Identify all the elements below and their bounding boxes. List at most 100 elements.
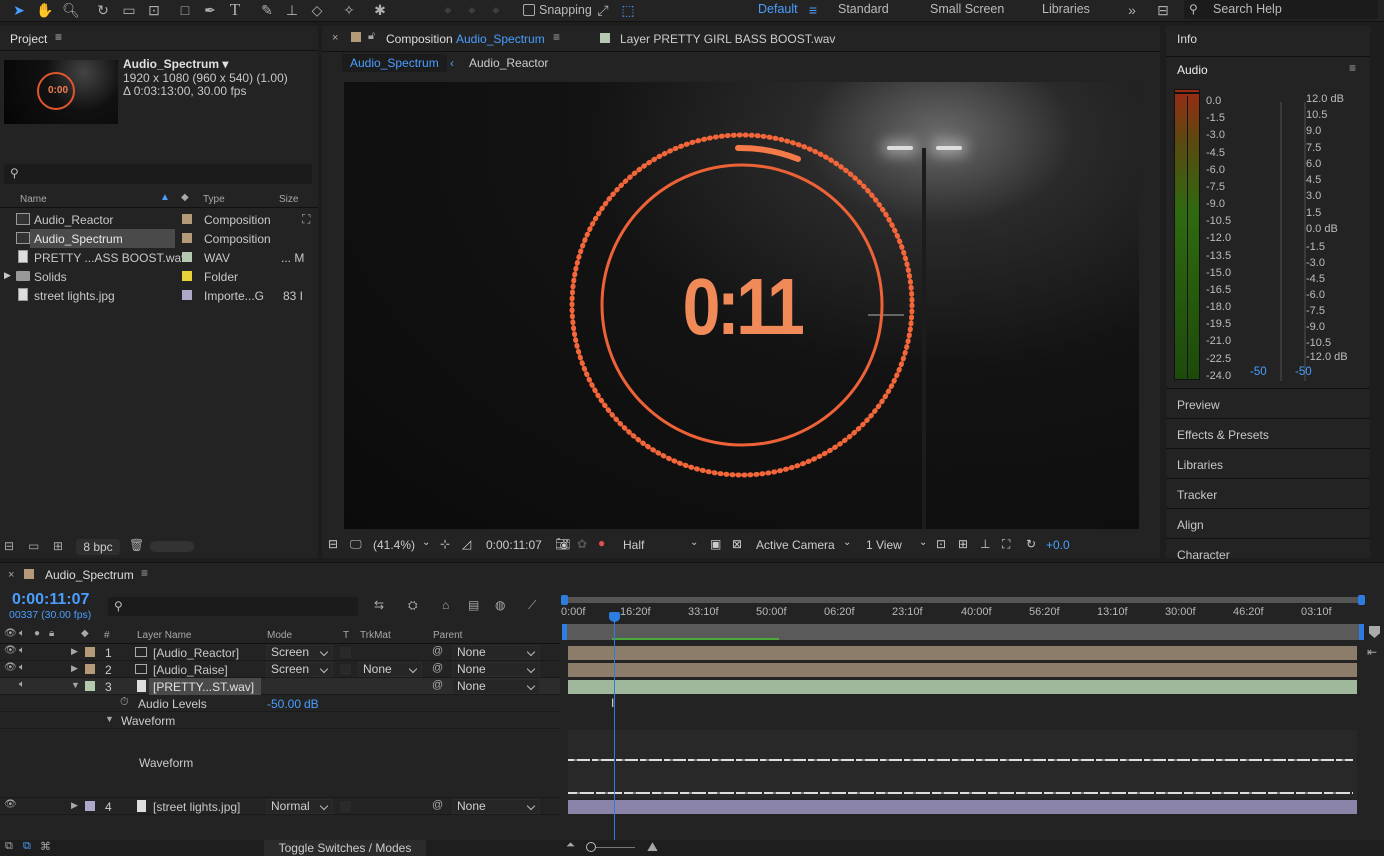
region-of-interest-icon[interactable]: ▣ (710, 537, 721, 551)
timeline-icon[interactable]: ⊥ (980, 537, 990, 551)
chevron-down-icon[interactable]: ⌄ (422, 537, 430, 548)
project-item-selected[interactable]: Audio_Spectrum Composition (0, 229, 300, 248)
close-icon[interactable]: × (332, 32, 338, 44)
eraser-tool-icon[interactable]: ◇ (306, 0, 328, 20)
parent-dropdown[interactable]: None (452, 662, 540, 677)
zoom-dropdown[interactable]: (41.4%) (373, 538, 415, 552)
new-composition-icon[interactable]: ⊞ (53, 539, 63, 553)
playhead-handle[interactable] (609, 612, 620, 622)
mask-visibility-icon[interactable]: ◿ (462, 537, 471, 551)
pen-tool-icon[interactable]: ✒ (199, 0, 221, 20)
column-layer-name[interactable]: Layer Name (137, 630, 191, 641)
layer-row[interactable]: 👁︎ 🔈︎ ▶ 2 [Audio_Raise] Screen None @ No… (0, 661, 560, 678)
audio-level-left[interactable]: -50 (1250, 366, 1267, 378)
work-area-bar[interactable] (562, 624, 1364, 640)
tab-menu-icon[interactable]: ≡ (553, 30, 560, 44)
flowchart-icon[interactable]: ⛶ (302, 212, 310, 227)
layer-switches-icon[interactable]: ⧉ (5, 840, 13, 853)
layer-bar-audio-reactor[interactable] (568, 646, 1357, 660)
project-item[interactable]: ▶ Solids Folder (0, 267, 300, 286)
channels-icon[interactable]: ● (598, 536, 605, 550)
layer-bar-audio-wav[interactable] (568, 680, 1357, 694)
label-swatch[interactable] (85, 647, 95, 657)
comp-mini-flowchart-icon[interactable]: ⇆ (374, 598, 384, 612)
transfer-controls-icon[interactable]: ⧉ (23, 840, 31, 853)
visibility-icon[interactable]: 👁︎ (4, 799, 17, 810)
show-snapshot-icon[interactable]: ✿ (577, 537, 587, 551)
audio-fader-left[interactable] (1280, 102, 1282, 381)
layer-name[interactable]: [PRETTY...ST.wav] (153, 680, 254, 694)
project-menu-icon[interactable]: ≡ (55, 30, 62, 44)
parent-dropdown[interactable]: None (452, 645, 540, 660)
parent-dropdown[interactable]: None (452, 799, 540, 814)
project-item[interactable]: Audio_Reactor Composition (0, 210, 300, 229)
layer-name[interactable]: [street lights.jpg] (153, 800, 240, 814)
reset-exposure-icon[interactable]: ↻ (1026, 537, 1036, 551)
expand-arrow-icon[interactable]: ▶ (71, 663, 78, 674)
more-workspaces-icon[interactable]: » (1121, 0, 1143, 20)
project-title[interactable]: Project (10, 32, 47, 46)
shy-icon[interactable]: ⌂ (442, 598, 449, 612)
view-layout-dropdown[interactable]: 1 View (866, 538, 902, 552)
lock-icon[interactable]: 🔓︎ (368, 30, 375, 43)
libraries-panel[interactable]: Libraries (1166, 448, 1370, 478)
workspace-layout-icon[interactable]: ⊟ (1152, 0, 1174, 20)
current-time[interactable]: 0:00:11:07 (486, 538, 542, 552)
puppet-tool-icon[interactable]: ✱ (369, 0, 391, 20)
trash-icon[interactable]: 🗑︎ (129, 538, 144, 552)
workspace-menu-icon[interactable]: ≡ (802, 0, 824, 20)
trkmat-dropdown[interactable]: None (358, 662, 422, 677)
layer-mode-dropdown[interactable]: Screen (266, 662, 333, 677)
collapse-arrow-icon[interactable]: ▼ (71, 680, 80, 690)
column-name[interactable]: Name (20, 194, 47, 205)
type-tool-icon[interactable]: T (224, 0, 246, 20)
expand-arrow-icon[interactable]: ▶ (71, 646, 78, 657)
label-swatch[interactable] (85, 681, 95, 691)
visibility-icon[interactable]: 👁︎ (4, 662, 17, 673)
composition-tab-name[interactable]: Audio_Spectrum (456, 32, 545, 46)
pickwhip-icon[interactable]: @ (432, 645, 443, 657)
track-matte-checkbox[interactable] (340, 647, 351, 658)
toggle-pixel-aspect-icon[interactable]: ⊡ (936, 537, 946, 551)
close-icon[interactable]: × (8, 569, 14, 581)
collapse-arrow-icon[interactable]: ▼ (105, 714, 114, 724)
grid-guides-icon[interactable]: ⊹ (440, 537, 450, 551)
pan-behind-tool-icon[interactable]: ⊡ (143, 0, 165, 20)
transparency-grid-icon[interactable]: ⊠ (732, 537, 742, 551)
column-size[interactable]: Size (279, 194, 298, 205)
layer-bar-audio-raise[interactable] (568, 663, 1357, 677)
label-swatch[interactable] (85, 664, 95, 674)
toggle-switches-modes[interactable]: Toggle Switches / Modes (264, 840, 426, 856)
visibility-icon[interactable]: 👁︎ (4, 645, 17, 656)
pickwhip-icon[interactable]: @ (432, 679, 443, 691)
expand-arrow-icon[interactable]: ▶ (4, 270, 11, 281)
preview-panel[interactable]: Preview (1166, 388, 1370, 418)
column-type[interactable]: Type (203, 194, 225, 205)
workspace-default[interactable]: Default (758, 2, 798, 16)
stopwatch-icon[interactable]: ⏱︎ (120, 696, 129, 709)
camera-dropdown[interactable]: Active Camera (756, 538, 835, 552)
lock-icon[interactable] (351, 32, 361, 42)
thumbnail-size-slider[interactable] (150, 541, 194, 552)
project-item[interactable]: PRETTY ...ASS BOOST.wav WAV ... M (0, 248, 304, 267)
work-area-end[interactable] (1359, 624, 1364, 640)
layer-bar-street-lights[interactable] (568, 800, 1357, 814)
graph-editor-icon[interactable]: ⟋ (528, 598, 536, 613)
time-navigator[interactable] (561, 595, 1365, 605)
layer-row-selected[interactable]: 🔈︎ ▼ 3 [PRETTY...ST.wav] @ None (0, 678, 560, 695)
bpc-button[interactable]: 8 bpc (76, 539, 120, 555)
timeline-tab[interactable]: Audio_Spectrum (45, 568, 134, 582)
snapshot-icon[interactable]: 📷︎ (555, 537, 570, 551)
audio-icon[interactable]: 🔈︎ (19, 662, 25, 673)
exposure-value[interactable]: +0.0 (1046, 538, 1070, 552)
monitor-icon[interactable]: 🖵︎ (350, 537, 362, 552)
align-panel[interactable]: Align (1166, 508, 1370, 538)
parent-dropdown[interactable]: None (452, 679, 540, 694)
frame-blending-icon[interactable]: ▤ (468, 598, 479, 612)
expand-timeline-icon[interactable]: ⇤ (1367, 645, 1377, 659)
breadcrumb-active[interactable]: Audio_Spectrum (342, 54, 447, 72)
always-preview-icon[interactable]: ⊟ (328, 537, 338, 551)
character-panel[interactable]: Character (1166, 538, 1370, 562)
workspace-small-screen[interactable]: Small Screen (930, 2, 1004, 16)
render-time-icon[interactable]: ⌘ (40, 840, 51, 853)
